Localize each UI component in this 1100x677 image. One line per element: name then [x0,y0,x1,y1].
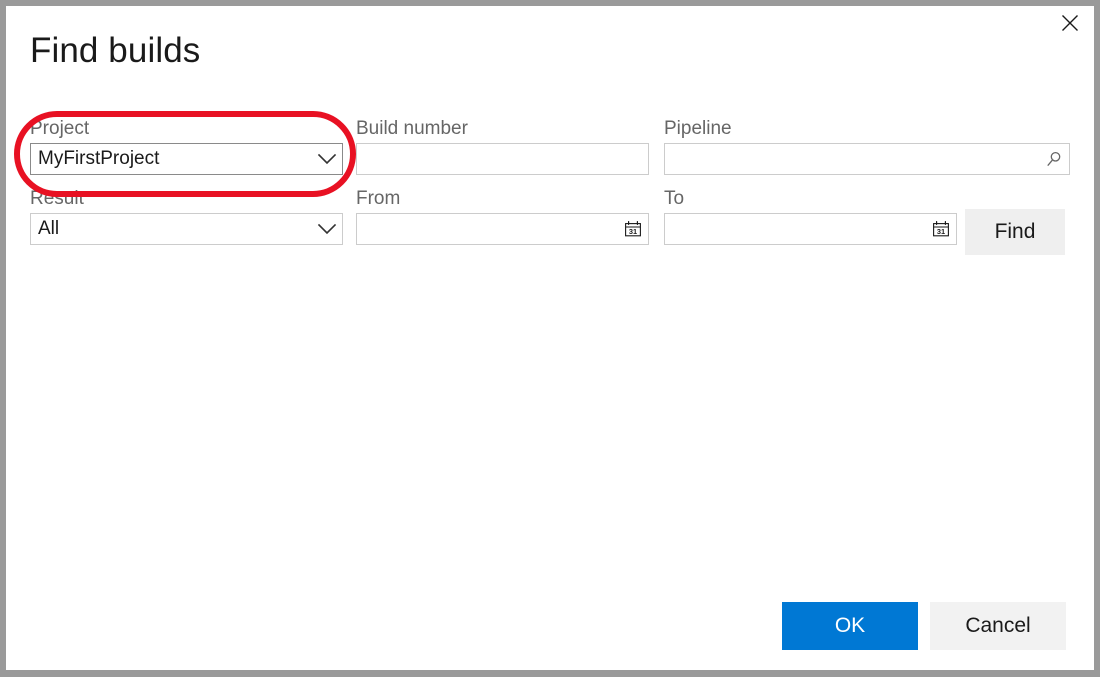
from-date-input[interactable] [357,214,618,244]
dialog-window: Find builds Project MyFirstProject Bui [6,6,1094,670]
close-icon [1060,13,1080,33]
svg-text:31: 31 [629,227,637,236]
field-build-number: Build number [356,118,649,175]
chevron-down-icon[interactable] [312,214,342,244]
result-combobox[interactable]: All [30,213,343,245]
field-to: To 31 [664,188,957,245]
from-date-control[interactable]: 31 [356,213,649,245]
pipeline-input[interactable] [665,144,1039,174]
calendar-icon[interactable]: 31 [926,214,956,244]
field-label-to: To [664,188,957,210]
close-button[interactable] [1048,6,1092,40]
svg-text:31: 31 [937,227,945,236]
field-pipeline: Pipeline [664,118,1070,175]
field-result: Result All [30,188,343,245]
cancel-button[interactable]: Cancel [930,602,1066,650]
page-title: Find builds [30,32,200,71]
dialog-footer: OK Cancel [6,590,1094,670]
field-from: From 31 [356,188,649,245]
field-label-pipeline: Pipeline [664,118,1070,140]
result-selected-value: All [31,214,312,244]
field-label-from: From [356,188,649,210]
pipeline-control[interactable] [664,143,1070,175]
field-project: Project MyFirstProject [30,118,343,175]
field-label-project: Project [30,118,343,140]
search-icon[interactable] [1039,144,1069,174]
field-label-result: Result [30,188,343,210]
to-date-input[interactable] [665,214,926,244]
ok-button[interactable]: OK [782,602,918,650]
project-combobox[interactable]: MyFirstProject [30,143,343,175]
chevron-down-icon[interactable] [312,144,342,174]
to-date-control[interactable]: 31 [664,213,957,245]
field-label-build-number: Build number [356,118,649,140]
project-selected-value: MyFirstProject [31,144,312,174]
calendar-icon[interactable]: 31 [618,214,648,244]
dialog-window-frame: Find builds Project MyFirstProject Bui [0,0,1100,677]
build-number-input[interactable] [357,144,648,174]
build-number-control[interactable] [356,143,649,175]
find-button[interactable]: Find [965,209,1065,255]
